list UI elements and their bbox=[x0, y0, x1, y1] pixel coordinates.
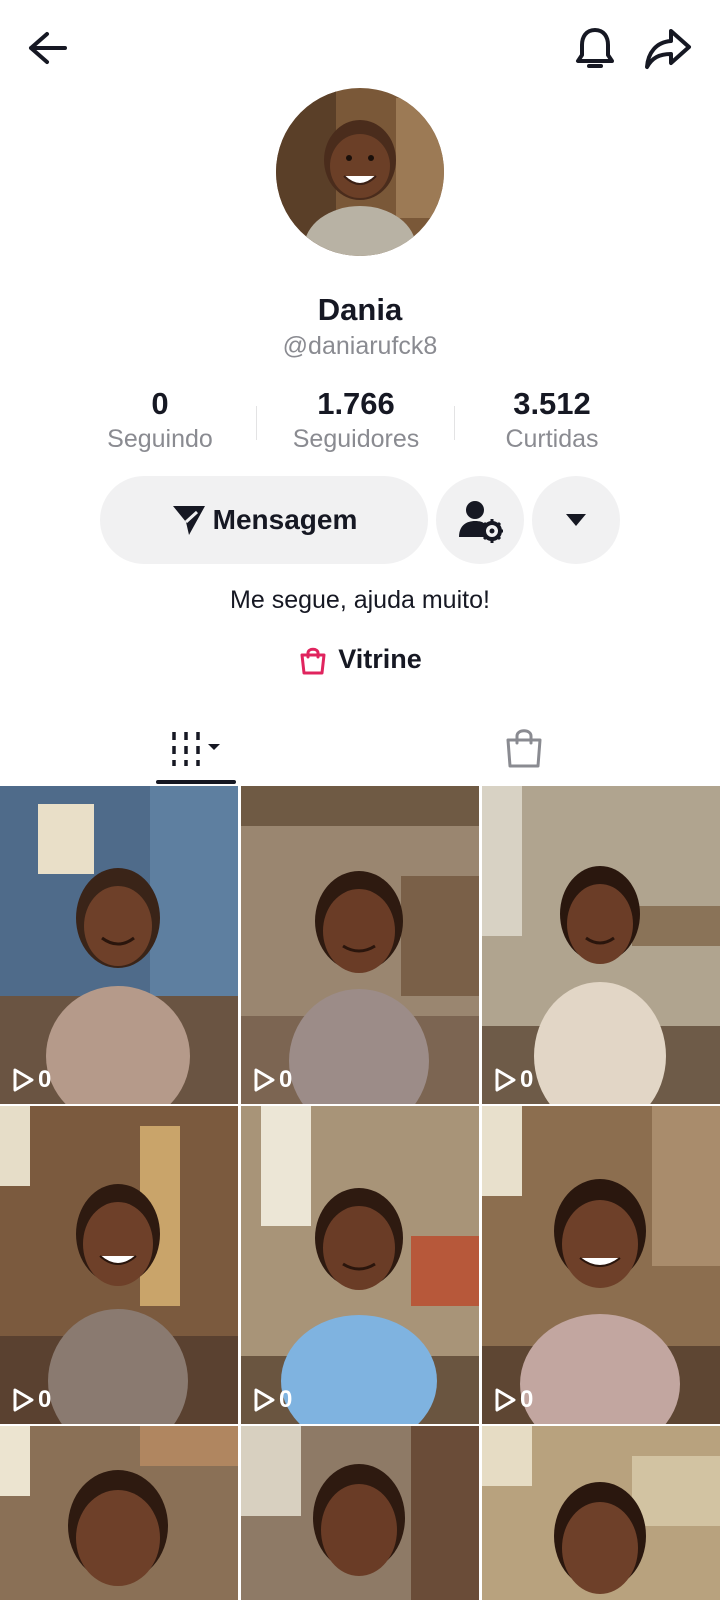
video-tile[interactable] bbox=[241, 1426, 479, 1600]
stat-following[interactable]: 0 Seguindo bbox=[60, 386, 260, 456]
stat-followers-value: 1.766 bbox=[317, 386, 395, 421]
video-tile[interactable]: 0 bbox=[482, 786, 720, 1104]
stat-followers[interactable]: 1.766 Seguidores bbox=[256, 386, 456, 456]
view-count-value: 0 bbox=[520, 1386, 534, 1413]
send-icon bbox=[172, 506, 205, 535]
profile-bio: Me segue, ajuda muito! bbox=[230, 586, 490, 614]
message-button-label: Mensagem bbox=[212, 504, 358, 535]
stat-likes[interactable]: 3.512 Curtidas bbox=[452, 386, 652, 456]
view-count: 0 bbox=[12, 1386, 51, 1414]
play-icon bbox=[254, 1068, 275, 1092]
view-count: 0 bbox=[253, 1386, 292, 1414]
shopping-bag-icon bbox=[506, 729, 542, 768]
video-tile[interactable] bbox=[482, 1426, 720, 1600]
video-tile[interactable]: 0 bbox=[241, 786, 479, 1104]
content-tabs bbox=[0, 712, 720, 784]
person-settings-button[interactable] bbox=[436, 476, 524, 564]
stat-followers-label: Seguidores bbox=[292, 425, 420, 453]
showcase-link[interactable]: Vitrine bbox=[0, 644, 720, 675]
stat-likes-label: Curtidas bbox=[505, 425, 599, 453]
view-count: 0 bbox=[12, 1066, 51, 1094]
profile-name: Dania bbox=[317, 292, 403, 327]
video-tile[interactable]: 0 bbox=[482, 1106, 720, 1424]
play-icon bbox=[495, 1388, 516, 1412]
tab-videos[interactable] bbox=[156, 712, 236, 784]
shopping-bag-icon bbox=[300, 647, 326, 674]
profile-stats: 0 Seguindo 1.766 Seguidores 3.512 Curtid… bbox=[60, 386, 660, 456]
stat-following-label: Seguindo bbox=[107, 425, 213, 453]
message-button[interactable]: Mensagem bbox=[100, 476, 428, 564]
grid-filter-icon bbox=[172, 732, 220, 766]
caret-down-icon bbox=[566, 514, 586, 526]
view-count: 0 bbox=[253, 1066, 292, 1094]
tab-shop[interactable] bbox=[484, 712, 564, 784]
video-tile[interactable]: 0 bbox=[0, 1106, 238, 1424]
bell-icon[interactable] bbox=[570, 24, 620, 74]
view-count: 0 bbox=[494, 1066, 533, 1094]
view-count-value: 0 bbox=[38, 1386, 52, 1413]
profile-avatar[interactable] bbox=[276, 88, 444, 256]
back-arrow-icon[interactable] bbox=[22, 26, 72, 70]
active-tab-indicator bbox=[156, 780, 236, 784]
video-tile[interactable] bbox=[0, 1426, 238, 1600]
share-icon[interactable] bbox=[640, 24, 696, 74]
view-count: 0 bbox=[494, 1386, 533, 1414]
more-options-button[interactable] bbox=[532, 476, 620, 564]
play-icon bbox=[495, 1068, 516, 1092]
person-settings-icon bbox=[459, 501, 503, 543]
view-count-value: 0 bbox=[279, 1386, 293, 1413]
video-tile[interactable]: 0 bbox=[0, 786, 238, 1104]
profile-handle: @daniarufck8 bbox=[282, 332, 438, 360]
view-count-value: 0 bbox=[520, 1066, 534, 1093]
play-icon bbox=[13, 1068, 34, 1092]
showcase-label: Vitrine bbox=[338, 644, 422, 674]
play-icon bbox=[254, 1388, 275, 1412]
video-tile[interactable]: 0 bbox=[241, 1106, 479, 1424]
view-count-value: 0 bbox=[279, 1066, 293, 1093]
stat-following-value: 0 bbox=[151, 386, 169, 421]
play-icon bbox=[13, 1388, 34, 1412]
view-count-value: 0 bbox=[38, 1066, 52, 1093]
stat-likes-value: 3.512 bbox=[513, 386, 591, 421]
top-bar bbox=[0, 0, 720, 96]
